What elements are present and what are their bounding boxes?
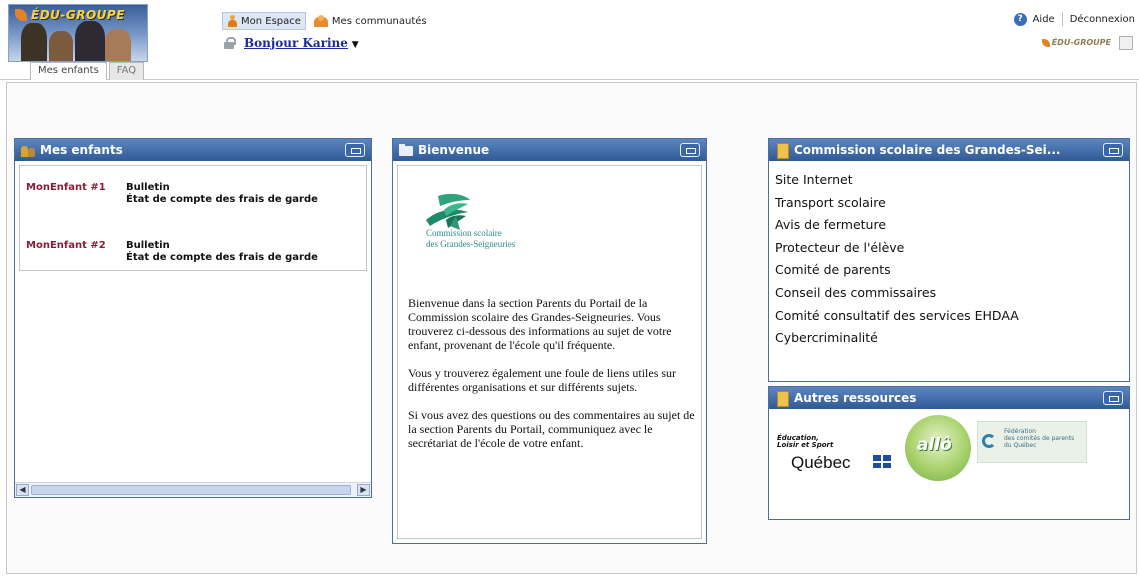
- link-conseil-commissaires[interactable]: Conseil des commissaires: [775, 282, 1019, 305]
- link-avis-fermeture[interactable]: Avis de fermeture: [775, 214, 1019, 237]
- top-right-links: ? Aide Déconnexion: [1013, 12, 1135, 26]
- child-row: MonEnfant #1 Bulletin État de compte des…: [26, 182, 318, 206]
- tab-bar: Mes enfants FAQ: [30, 62, 146, 80]
- aide-link[interactable]: Aide: [1033, 14, 1055, 25]
- scroll-right-icon[interactable]: ▶: [357, 484, 370, 496]
- collapse-button[interactable]: [1103, 143, 1123, 157]
- link-protecteur-eleve[interactable]: Protecteur de l'élève: [775, 237, 1019, 260]
- edu-groupe-small-logo: ÉDU-GROUPE: [1041, 38, 1111, 47]
- collapse-button[interactable]: [680, 143, 700, 157]
- allo-prof-logo[interactable]: allô: [905, 415, 971, 481]
- welcome-paragraph: Vous y trouverez également une foule de …: [408, 366, 677, 394]
- fcpq-circle-icon: [982, 434, 996, 448]
- greeting-name[interactable]: Bonjour Karine: [244, 36, 348, 50]
- edu-groupe-banner-logo: ÉDU-GROUPE: [8, 4, 148, 62]
- print-icon[interactable]: [1119, 36, 1133, 50]
- link-cybercriminalite[interactable]: Cybercriminalité: [775, 327, 1019, 350]
- bienvenue-panel: Bienvenue Commission scolaire des Grande…: [392, 138, 707, 544]
- leaf-icon: [15, 9, 27, 21]
- panel-header: Commission scolaire des Grandes-Sei...: [769, 139, 1129, 161]
- tab-faq[interactable]: FAQ: [108, 62, 145, 80]
- bulletin-link[interactable]: Bulletin: [126, 240, 318, 252]
- mon-espace-button[interactable]: Mon Espace: [222, 12, 306, 30]
- book-icon: [775, 391, 789, 407]
- collapse-button[interactable]: [345, 143, 365, 157]
- user-greeting: Bonjour Karine ▼: [224, 36, 359, 50]
- book-icon: [775, 143, 789, 159]
- welcome-body: Bienvenue dans la section Parents du Por…: [408, 296, 696, 464]
- panel-header: Autres ressources: [769, 387, 1129, 409]
- frais-garde-link[interactable]: État de compte des frais de garde: [126, 252, 318, 264]
- child-name[interactable]: MonEnfant #1: [26, 182, 126, 206]
- link-comite-parents[interactable]: Comité de parents: [775, 259, 1019, 282]
- help-icon[interactable]: ?: [1013, 12, 1027, 26]
- panel-title: Commission scolaire des Grandes-Sei...: [794, 143, 1061, 157]
- leaf-icon: [1041, 38, 1050, 47]
- panel-title: Autres ressources: [794, 391, 917, 405]
- commission-links: Site Internet Transport scolaire Avis de…: [775, 169, 1019, 350]
- quebec-flag-icon: [873, 455, 891, 468]
- collapse-button[interactable]: [1103, 391, 1123, 405]
- deconnexion-link[interactable]: Déconnexion: [1070, 14, 1135, 25]
- link-site-internet[interactable]: Site Internet: [775, 169, 1019, 192]
- scroll-left-icon[interactable]: ◀: [16, 484, 29, 496]
- link-transport-scolaire[interactable]: Transport scolaire: [775, 192, 1019, 215]
- children-icon: [21, 143, 35, 157]
- top-nav: Mon Espace Mes communautés: [222, 12, 431, 30]
- group-icon: [313, 15, 328, 27]
- child-name[interactable]: MonEnfant #2: [26, 240, 126, 264]
- scroll-thumb[interactable]: [31, 485, 351, 495]
- horizontal-scrollbar[interactable]: ◀ ▶: [15, 482, 371, 497]
- user-menu[interactable]: Bonjour Karine ▼: [244, 36, 359, 50]
- panel-header: Mes enfants: [15, 139, 371, 161]
- bulletin-link[interactable]: Bulletin: [126, 182, 318, 194]
- fcpq-logo[interactable]: Fédération des comités de parents du Qué…: [977, 421, 1087, 463]
- frais-garde-link[interactable]: État de compte des frais de garde: [126, 194, 318, 206]
- caret-down-icon[interactable]: ▼: [352, 40, 359, 50]
- person-icon: [227, 15, 237, 27]
- lock-icon: [224, 37, 236, 49]
- panel-title: Mes enfants: [40, 143, 123, 157]
- header: ÉDU-GROUPE Mes enfants FAQ Mon Espace Me…: [0, 0, 1139, 80]
- children-list: MonEnfant #1 Bulletin État de compte des…: [19, 165, 367, 271]
- panel-title: Bienvenue: [418, 143, 490, 157]
- tab-mes-enfants[interactable]: Mes enfants: [30, 62, 107, 80]
- link-comite-ehdaa[interactable]: Comité consultatif des services EHDAA: [775, 305, 1019, 328]
- folder-icon: [399, 143, 413, 157]
- csdgs-logo-text: Commission scolaire des Grandes-Seigneur…: [426, 228, 516, 249]
- welcome-paragraph: Si vous avez des questions ou des commen…: [408, 408, 695, 450]
- panel-header: Bienvenue: [393, 139, 706, 161]
- mes-enfants-panel: Mes enfants MonEnfant #1 Bulletin État d…: [14, 138, 372, 498]
- commission-panel: Commission scolaire des Grandes-Sei... S…: [768, 138, 1130, 382]
- mes-communautes-button[interactable]: Mes communautés: [310, 13, 431, 29]
- welcome-paragraph: Bienvenue dans la section Parents du Por…: [408, 296, 672, 352]
- divider: [1061, 12, 1063, 26]
- resource-logos: Éducation, Loisir et Sport Québec allô F…: [775, 415, 1125, 485]
- brand-name: ÉDU-GROUPE: [31, 8, 125, 22]
- child-row: MonEnfant #2 Bulletin État de compte des…: [26, 240, 318, 264]
- autres-ressources-panel: Autres ressources Éducation, Loisir et S…: [768, 386, 1130, 520]
- welcome-content: Commission scolaire des Grandes-Seigneur…: [397, 165, 702, 539]
